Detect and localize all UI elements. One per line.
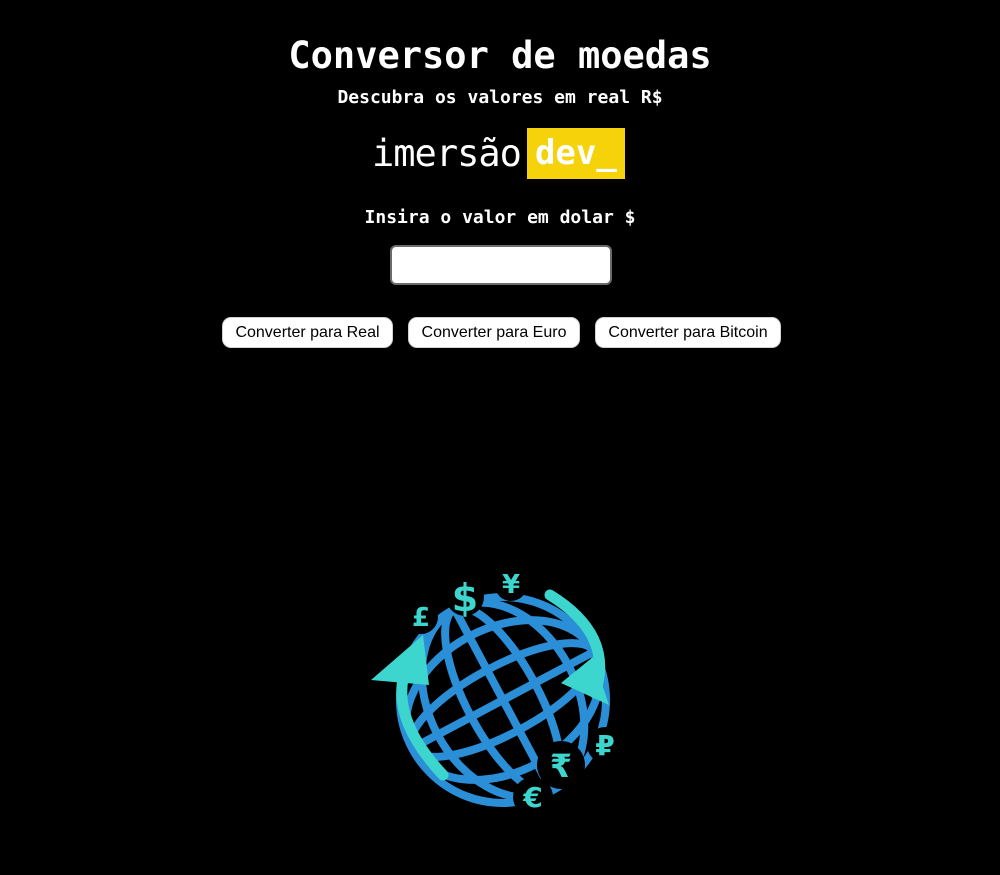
page-title: Conversor de moedas	[288, 34, 712, 77]
convert-bitcoin-button[interactable]: Converter para Bitcoin	[595, 317, 781, 348]
pound-symbol: £	[412, 603, 430, 633]
currency-globe-icon: £ $ ¥ € ₹ ₽	[365, 565, 635, 820]
ruble-symbol: ₽	[595, 729, 614, 762]
dollar-value-input[interactable]	[390, 245, 612, 285]
convert-real-button[interactable]: Converter para Real	[222, 317, 393, 348]
logo-dev-text: dev_	[526, 128, 625, 179]
imersao-dev-logo: imersão dev_	[372, 128, 625, 179]
page-subtitle: Descubra os valores em real R$	[337, 87, 663, 108]
value-label: Insira o valor em dolar $	[364, 207, 636, 228]
dollar-symbol: $	[452, 576, 478, 620]
logo-imersao-text: imersão	[372, 132, 522, 175]
euro-symbol: €	[522, 781, 542, 814]
rupee-symbol: ₹	[550, 747, 572, 785]
yen-symbol: ¥	[502, 570, 520, 600]
convert-euro-button[interactable]: Converter para Euro	[408, 317, 580, 348]
